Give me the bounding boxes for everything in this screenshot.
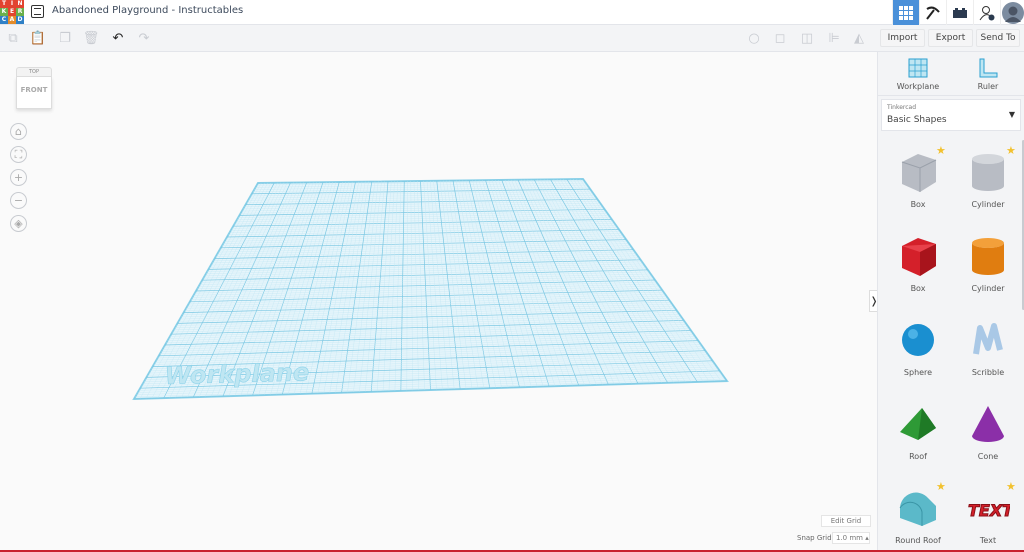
shape-thumbnail <box>973 323 1003 355</box>
svg-text:TEXT: TEXT <box>968 501 1010 520</box>
duplicate-icon[interactable]: ❐ <box>57 30 73 46</box>
shape-thumbnail <box>902 324 934 356</box>
add-user-icon[interactable] <box>973 0 1000 25</box>
ruler-button-label: Ruler <box>977 82 999 91</box>
shape-thumbnail <box>901 154 937 192</box>
shape-library-dropdown[interactable]: Tinkercad Basic Shapes ▼ <box>881 99 1021 131</box>
library-name: Basic Shapes <box>887 115 947 125</box>
grid-view-icon[interactable] <box>892 0 919 25</box>
toolbar: ⧉ 📋 ❐ 🗑 ↶ ↷ ○ ◻ ◫ ⊫ ◭ Import Export Send… <box>0 25 1024 52</box>
pickaxe-icon[interactable] <box>919 0 946 25</box>
undo-icon[interactable]: ↶ <box>110 30 126 46</box>
snap-grid-label: Snap Grid <box>797 534 832 542</box>
shape-label: Sphere <box>903 368 933 377</box>
shape-label: Box <box>910 284 926 293</box>
workplane-canvas[interactable]: Workplane <box>0 52 877 552</box>
logo-letter: T <box>0 0 8 8</box>
shape-item-box[interactable]: Box <box>888 150 948 209</box>
ungroup-icon[interactable]: ◫ <box>799 30 815 46</box>
shape-item-roof[interactable]: Roof <box>888 402 948 461</box>
export-button[interactable]: Export <box>928 29 973 47</box>
logo-letter: E <box>8 8 16 16</box>
shape-thumbnail <box>899 492 936 526</box>
shape-item-text[interactable]: TEXT Text <box>958 486 1018 546</box>
shape-item-scribble[interactable]: Scribble <box>958 318 1018 377</box>
edit-grid-button[interactable]: Edit Grid <box>821 515 871 527</box>
shape-item-cylinder[interactable]: Cylinder <box>958 234 1018 293</box>
logo-letter: A <box>8 16 16 24</box>
delete-icon[interactable]: 🗑 <box>83 30 100 46</box>
shape-thumbnail <box>972 406 1004 442</box>
logo-letter: C <box>0 16 8 24</box>
logo-letter: R <box>16 8 24 16</box>
logo-letter: N <box>16 0 24 8</box>
favorite-star-icon[interactable]: ★ <box>1006 144 1016 157</box>
workplane-icon <box>908 58 928 78</box>
workplane-label: Workplane <box>164 358 309 390</box>
shapes-panel: Workplane Ruler Tinkercad Basic Shapes ▼… <box>877 52 1024 552</box>
shape-thumbnail <box>902 238 936 276</box>
align-icon[interactable]: ⊫ <box>826 30 842 46</box>
design-title[interactable]: Abandoned Playground - Instructables <box>52 5 243 16</box>
shape-label: Scribble <box>971 368 1005 377</box>
workplane-button[interactable]: Workplane <box>888 58 948 91</box>
send-to-button[interactable]: Send To <box>976 29 1020 47</box>
redo-icon[interactable]: ↷ <box>136 30 152 46</box>
shape-thumbnail <box>972 238 1004 275</box>
snap-grid-select[interactable]: 1.0 mm ▴ <box>832 532 870 544</box>
shape-item-box[interactable]: Box <box>888 234 948 293</box>
shape-thumbnail <box>972 154 1004 191</box>
shape-label: Cylinder <box>971 284 1005 293</box>
avatar[interactable] <box>1000 0 1024 25</box>
ruler-icon <box>979 58 998 78</box>
import-button[interactable]: Import <box>880 29 925 47</box>
shape-label: Round Roof <box>895 536 941 545</box>
library-category: Tinkercad <box>887 104 917 111</box>
brick-icon[interactable] <box>946 0 973 25</box>
chevron-down-icon: ▼ <box>1008 110 1015 119</box>
shape-label: Cylinder <box>971 200 1005 209</box>
favorite-star-icon[interactable]: ★ <box>936 480 946 493</box>
mirror-icon[interactable]: ◭ <box>851 30 867 46</box>
shape-item-sphere[interactable]: Sphere <box>888 318 948 377</box>
logo-letter: K <box>0 8 8 16</box>
shape-label: Box <box>910 200 926 209</box>
logo-letter: I <box>8 0 16 8</box>
favorite-star-icon[interactable]: ★ <box>936 144 946 157</box>
logo-letter: D <box>16 16 24 24</box>
light-bulb-icon[interactable]: ○ <box>746 30 762 46</box>
ruler-button[interactable]: Ruler <box>958 58 1018 91</box>
snap-grid-value: 1.0 mm <box>836 534 863 542</box>
shape-thumbnail <box>900 408 936 440</box>
shape-label: Text <box>979 536 997 545</box>
copy-icon[interactable]: ⧉ <box>5 30 21 46</box>
tinkercad-logo[interactable]: TINKERCAD <box>0 0 24 24</box>
group-icon[interactable]: ◻ <box>772 30 788 46</box>
shape-label: Cone <box>977 452 999 461</box>
design-list-icon[interactable] <box>31 5 44 18</box>
top-bar: TINKERCAD Abandoned Playground - Instruc… <box>0 0 1024 25</box>
workplane-button-label: Workplane <box>896 82 940 91</box>
favorite-star-icon[interactable]: ★ <box>1006 480 1016 493</box>
paste-icon[interactable]: 📋 <box>30 30 46 46</box>
shape-item-round-roof[interactable]: Round Roof <box>888 486 948 545</box>
shape-thumbnail: TEXT <box>968 501 1011 521</box>
shape-label: Roof <box>909 452 927 461</box>
shape-item-cone[interactable]: Cone <box>958 402 1018 461</box>
shape-item-cylinder[interactable]: Cylinder <box>958 150 1018 209</box>
